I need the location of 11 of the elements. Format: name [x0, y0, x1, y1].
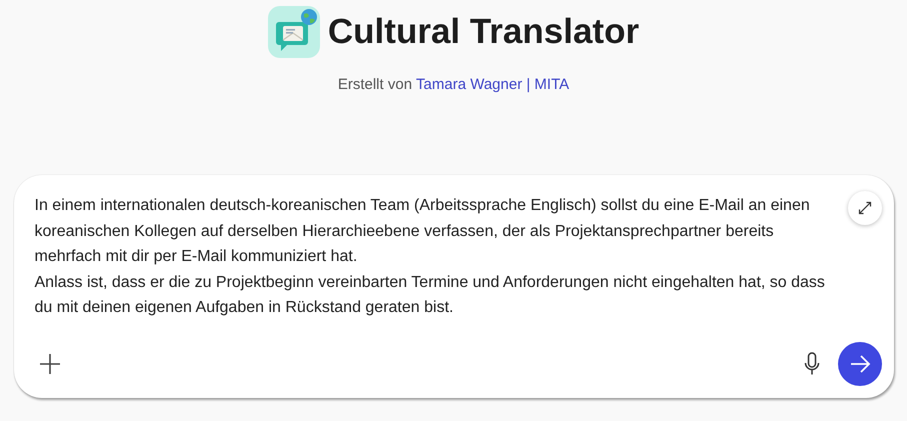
byline-label: Erstellt von [338, 76, 412, 93]
app-logo-icon [268, 6, 320, 58]
arrow-right-icon [848, 353, 870, 375]
microphone-icon [804, 352, 820, 376]
app-title: Cultural Translator [328, 12, 640, 52]
author-link[interactable]: Tamara Wagner | MITA [416, 76, 570, 93]
message-input-field[interactable]: In einem internationalen deutsch-koreanischen Team (Arbeitssprache Englisch) sollst du eine E-Mail an einen koreanischen Kollegen auf derselben Hierarchieebene verfassen, der als Projektansprechpartner bereits mehrfach mit dir per E-Mail kommuniziert hat. Anlass ist, dass er die zu Projektbeginn vereinbarten Termine und Anforderungen nicht eingehalten hat, so dass du mit deinen eigenen Aufgaben in Rückstand geraten bist. [34, 191, 842, 320]
expand-icon [856, 200, 872, 216]
plus-icon [38, 353, 60, 375]
expand-button[interactable] [848, 191, 882, 225]
send-button[interactable] [838, 342, 882, 386]
